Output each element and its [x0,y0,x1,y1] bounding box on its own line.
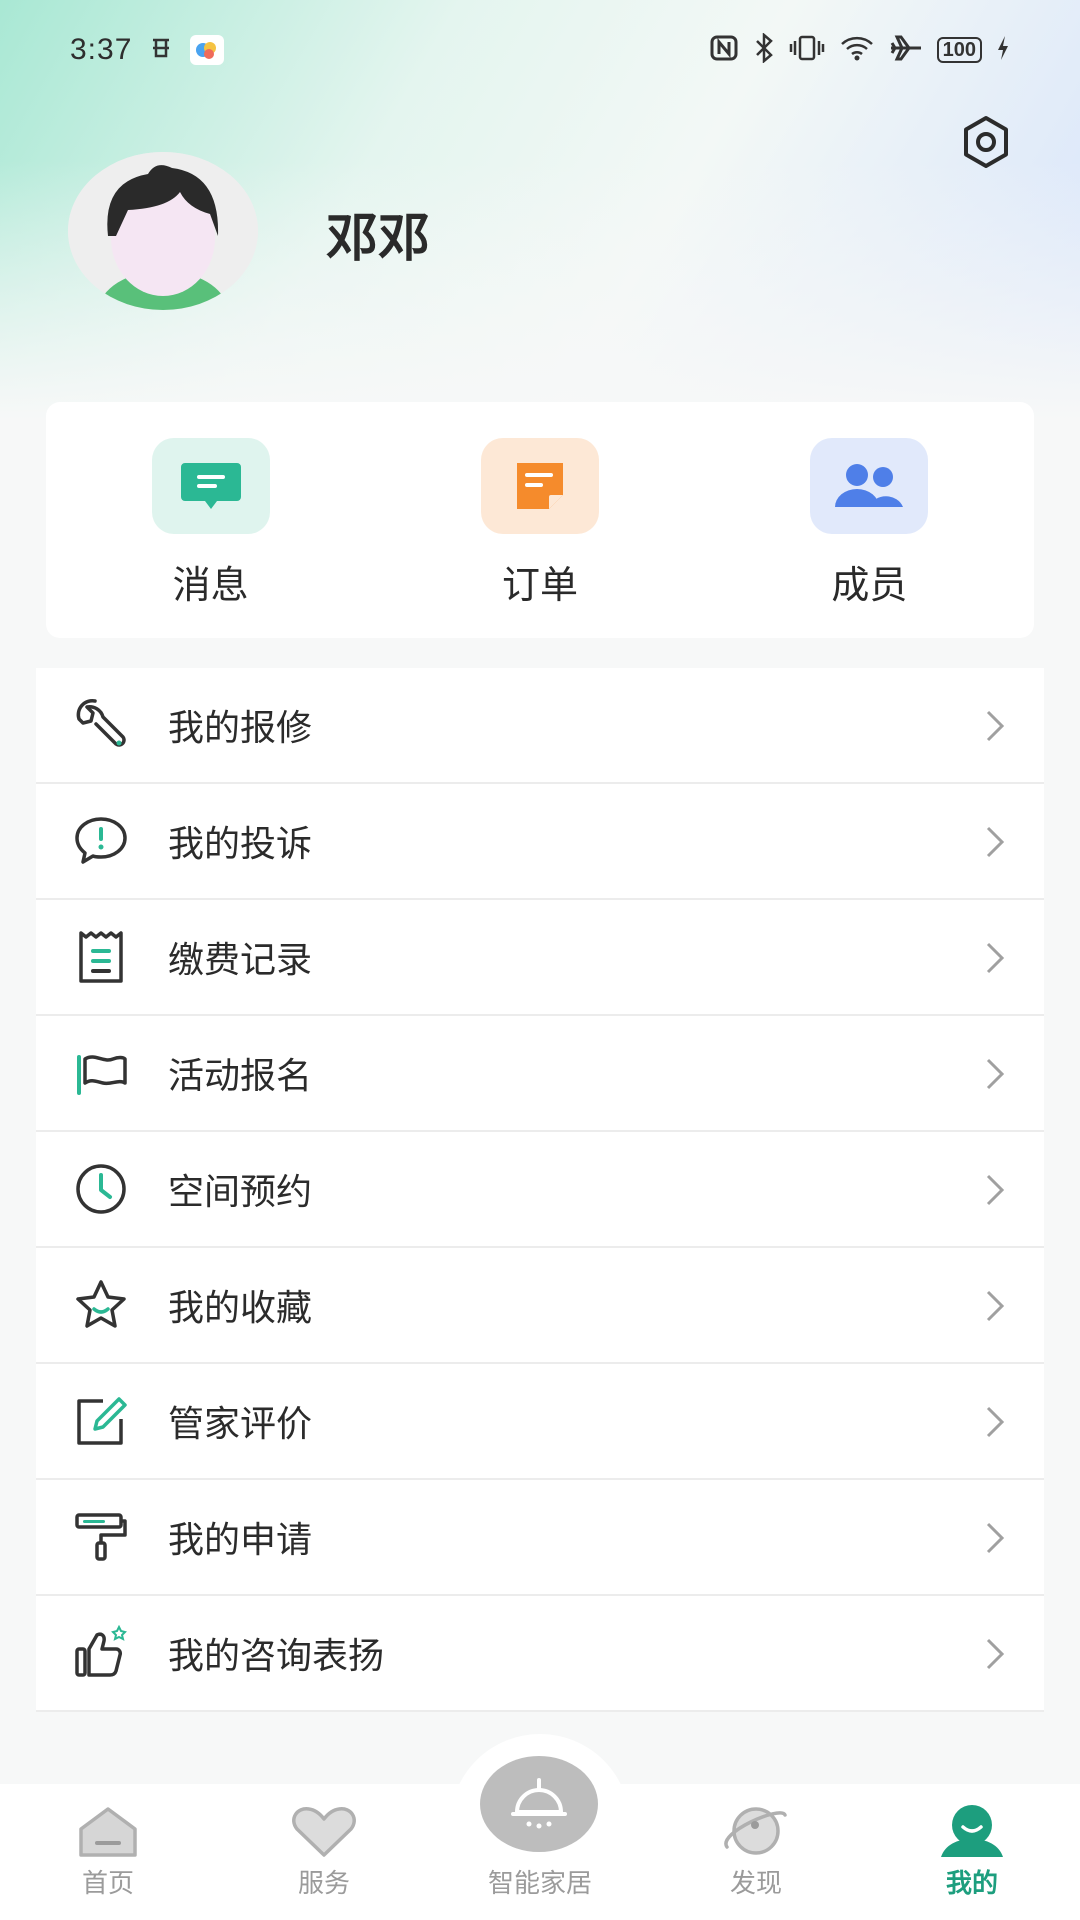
nfc-icon [709,34,739,66]
tab-profile[interactable]: 我的 [864,1784,1080,1920]
message-icon [151,438,270,534]
smart-home-button[interactable] [480,1756,598,1852]
profile-icon [941,1805,1003,1857]
wrench-icon [70,694,132,756]
menu-item-favorites[interactable]: 我的收藏 [36,1248,1044,1364]
menu-item-repair[interactable]: 我的报修 [36,668,1044,784]
menu-item-complaint[interactable]: 我的投诉 [36,784,1044,900]
chevron-right-icon [986,1406,1005,1438]
chevron-right-icon [986,1174,1005,1206]
menu-list: 我的报修 我的投诉 缴费记录 活动报名 空间预约 我的收藏 管家评价 我的申请 … [36,668,1044,1712]
status-bar: 3:37 100 [0,0,1080,100]
menu-item-payment-records[interactable]: 缴费记录 [36,900,1044,1016]
tab-label: 智能家居 [487,1869,592,1899]
user-name[interactable]: 邓邓 [326,196,430,271]
menu-item-event-signup[interactable]: 活动报名 [36,1016,1044,1132]
wifi-icon [839,34,875,66]
battery-icon: 100 [936,37,982,63]
quick-action-orders[interactable]: 订单 [375,402,704,638]
app-notification-icon [190,35,225,65]
menu-item-label: 管家评价 [168,1404,313,1445]
menu-item-applications[interactable]: 我的申请 [36,1480,1044,1596]
menu-item-consult-praise[interactable]: 我的咨询表扬 [36,1596,1044,1712]
bluetooth-icon [753,32,775,67]
star-icon [70,1274,132,1336]
tab-service[interactable]: 服务 [216,1784,432,1920]
chevron-right-icon [986,1290,1005,1322]
quick-action-label: 订单 [501,563,578,607]
chevron-right-icon [986,826,1005,858]
notification-icon [148,35,174,65]
menu-item-butler-review[interactable]: 管家评价 [36,1364,1044,1480]
roller-icon [70,1506,132,1568]
heart-icon [292,1807,356,1857]
chevron-right-icon [986,942,1005,974]
gear-icon [964,116,1008,168]
avatar[interactable] [68,152,258,310]
settings-button[interactable] [958,114,1014,170]
lamp-icon [511,1778,567,1829]
home-icon [79,1807,137,1857]
clock-icon [70,1158,132,1220]
chevron-right-icon [986,1522,1005,1554]
charging-icon [996,35,1010,65]
tab-label: 服务 [297,1869,350,1899]
quick-action-label: 消息 [172,563,249,607]
flag-icon [70,1042,132,1104]
chevron-right-icon [986,1058,1005,1090]
tab-label: 首页 [81,1869,134,1899]
tab-label: 我的 [945,1869,998,1899]
thumbs-up-icon [70,1622,132,1684]
tab-home[interactable]: 首页 [0,1784,216,1920]
airplane-icon [889,34,923,66]
tab-label: 发现 [729,1869,782,1899]
planet-icon [724,1807,787,1855]
menu-item-label: 活动报名 [168,1056,313,1097]
status-time: 3:37 [70,33,133,66]
menu-item-label: 我的投诉 [168,824,313,865]
members-icon [810,438,929,534]
quick-actions-card: 消息 订单 成员 [46,402,1034,638]
quick-action-members[interactable]: 成员 [705,402,1034,638]
edit-icon [70,1390,132,1452]
chevron-right-icon [986,710,1005,742]
tab-discover[interactable]: 发现 [648,1784,864,1920]
quick-action-messages[interactable]: 消息 [46,402,375,638]
menu-item-label: 我的收藏 [168,1288,313,1329]
menu-item-label: 空间预约 [168,1172,313,1213]
menu-item-label: 我的申请 [168,1520,313,1561]
receipt-icon [70,926,132,988]
quick-action-label: 成员 [831,563,908,607]
chevron-right-icon [986,1638,1005,1670]
menu-item-space-booking[interactable]: 空间预约 [36,1132,1044,1248]
vibrate-icon [789,34,825,66]
complaint-icon [70,810,132,872]
menu-item-label: 我的咨询表扬 [168,1636,385,1677]
menu-item-label: 我的报修 [168,708,313,749]
order-icon [480,438,599,534]
menu-item-label: 缴费记录 [168,940,313,981]
